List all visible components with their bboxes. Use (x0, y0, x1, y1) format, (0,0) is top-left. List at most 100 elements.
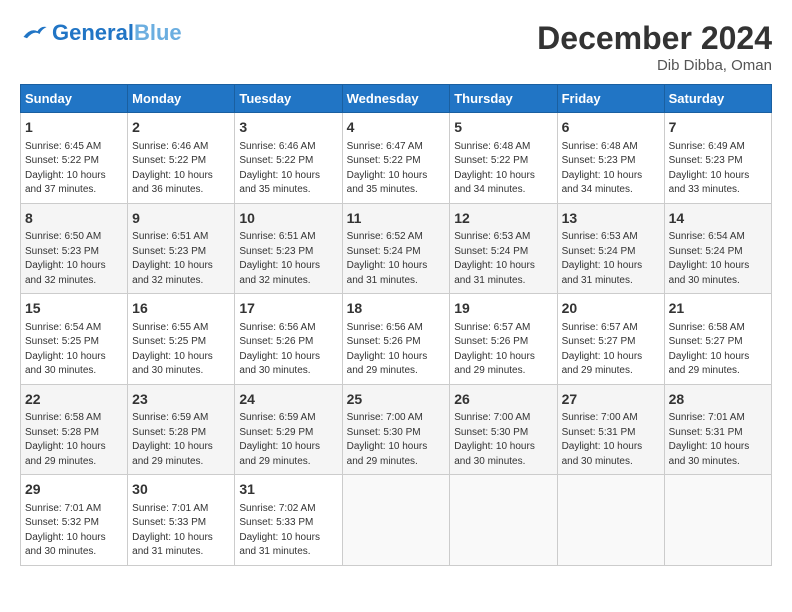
day-number: 2 (132, 118, 230, 138)
day-number: 29 (25, 480, 123, 500)
day-number: 16 (132, 299, 230, 319)
col-thursday: Thursday (450, 85, 557, 113)
day-info: Sunrise: 6:53 AM Sunset: 5:24 PM Dayligh… (562, 230, 660, 288)
day-number: 31 (239, 480, 337, 500)
day-info: Sunrise: 6:54 AM Sunset: 5:25 PM Dayligh… (25, 321, 123, 379)
page-header: GeneralBlue December 2024 Dib Dibba, Oma… (20, 20, 772, 74)
day-info: Sunrise: 6:47 AM Sunset: 5:22 PM Dayligh… (347, 140, 446, 198)
day-number: 23 (132, 390, 230, 410)
day-info: Sunrise: 7:01 AM Sunset: 5:33 PM Dayligh… (132, 502, 230, 560)
day-info: Sunrise: 7:00 AM Sunset: 5:30 PM Dayligh… (454, 411, 552, 469)
calendar: Sunday Monday Tuesday Wednesday Thursday… (20, 84, 772, 566)
col-monday: Monday (128, 85, 235, 113)
col-wednesday: Wednesday (342, 85, 450, 113)
logo-icon (20, 24, 48, 42)
table-row (664, 475, 771, 566)
day-number: 13 (562, 209, 660, 229)
table-row: 3Sunrise: 6:46 AM Sunset: 5:22 PM Daylig… (235, 113, 342, 204)
table-row: 25Sunrise: 7:00 AM Sunset: 5:30 PM Dayli… (342, 384, 450, 475)
table-row: 19Sunrise: 6:57 AM Sunset: 5:26 PM Dayli… (450, 294, 557, 385)
day-number: 11 (347, 209, 446, 229)
day-info: Sunrise: 6:51 AM Sunset: 5:23 PM Dayligh… (239, 230, 337, 288)
day-info: Sunrise: 6:56 AM Sunset: 5:26 PM Dayligh… (347, 321, 446, 379)
calendar-week-row: 22Sunrise: 6:58 AM Sunset: 5:28 PM Dayli… (21, 384, 772, 475)
table-row: 8Sunrise: 6:50 AM Sunset: 5:23 PM Daylig… (21, 203, 128, 294)
day-info: Sunrise: 6:59 AM Sunset: 5:28 PM Dayligh… (132, 411, 230, 469)
day-info: Sunrise: 6:46 AM Sunset: 5:22 PM Dayligh… (239, 140, 337, 198)
day-info: Sunrise: 6:55 AM Sunset: 5:25 PM Dayligh… (132, 321, 230, 379)
day-number: 28 (669, 390, 767, 410)
table-row: 6Sunrise: 6:48 AM Sunset: 5:23 PM Daylig… (557, 113, 664, 204)
day-number: 6 (562, 118, 660, 138)
day-number: 26 (454, 390, 552, 410)
table-row: 26Sunrise: 7:00 AM Sunset: 5:30 PM Dayli… (450, 384, 557, 475)
logo: GeneralBlue (20, 20, 182, 46)
day-info: Sunrise: 6:57 AM Sunset: 5:27 PM Dayligh… (562, 321, 660, 379)
table-row (450, 475, 557, 566)
table-row: 30Sunrise: 7:01 AM Sunset: 5:33 PM Dayli… (128, 475, 235, 566)
table-row: 4Sunrise: 6:47 AM Sunset: 5:22 PM Daylig… (342, 113, 450, 204)
day-number: 19 (454, 299, 552, 319)
table-row: 24Sunrise: 6:59 AM Sunset: 5:29 PM Dayli… (235, 384, 342, 475)
day-number: 18 (347, 299, 446, 319)
table-row: 11Sunrise: 6:52 AM Sunset: 5:24 PM Dayli… (342, 203, 450, 294)
table-row: 10Sunrise: 6:51 AM Sunset: 5:23 PM Dayli… (235, 203, 342, 294)
table-row: 20Sunrise: 6:57 AM Sunset: 5:27 PM Dayli… (557, 294, 664, 385)
calendar-body: 1Sunrise: 6:45 AM Sunset: 5:22 PM Daylig… (21, 113, 772, 566)
day-info: Sunrise: 6:52 AM Sunset: 5:24 PM Dayligh… (347, 230, 446, 288)
calendar-week-row: 15Sunrise: 6:54 AM Sunset: 5:25 PM Dayli… (21, 294, 772, 385)
day-number: 30 (132, 480, 230, 500)
table-row: 23Sunrise: 6:59 AM Sunset: 5:28 PM Dayli… (128, 384, 235, 475)
table-row: 21Sunrise: 6:58 AM Sunset: 5:27 PM Dayli… (664, 294, 771, 385)
day-info: Sunrise: 6:48 AM Sunset: 5:22 PM Dayligh… (454, 140, 552, 198)
day-info: Sunrise: 6:53 AM Sunset: 5:24 PM Dayligh… (454, 230, 552, 288)
day-info: Sunrise: 6:58 AM Sunset: 5:28 PM Dayligh… (25, 411, 123, 469)
day-number: 1 (25, 118, 123, 138)
day-number: 17 (239, 299, 337, 319)
day-info: Sunrise: 6:51 AM Sunset: 5:23 PM Dayligh… (132, 230, 230, 288)
day-info: Sunrise: 6:56 AM Sunset: 5:26 PM Dayligh… (239, 321, 337, 379)
day-number: 20 (562, 299, 660, 319)
day-number: 8 (25, 209, 123, 229)
day-number: 25 (347, 390, 446, 410)
day-info: Sunrise: 6:54 AM Sunset: 5:24 PM Dayligh… (669, 230, 767, 288)
day-info: Sunrise: 6:50 AM Sunset: 5:23 PM Dayligh… (25, 230, 123, 288)
day-number: 22 (25, 390, 123, 410)
day-info: Sunrise: 7:01 AM Sunset: 5:32 PM Dayligh… (25, 502, 123, 560)
calendar-week-row: 8Sunrise: 6:50 AM Sunset: 5:23 PM Daylig… (21, 203, 772, 294)
table-row: 17Sunrise: 6:56 AM Sunset: 5:26 PM Dayli… (235, 294, 342, 385)
day-number: 10 (239, 209, 337, 229)
table-row: 9Sunrise: 6:51 AM Sunset: 5:23 PM Daylig… (128, 203, 235, 294)
day-number: 21 (669, 299, 767, 319)
table-row: 5Sunrise: 6:48 AM Sunset: 5:22 PM Daylig… (450, 113, 557, 204)
title-section: December 2024 Dib Dibba, Oman (537, 20, 772, 74)
table-row: 12Sunrise: 6:53 AM Sunset: 5:24 PM Dayli… (450, 203, 557, 294)
day-number: 9 (132, 209, 230, 229)
day-info: Sunrise: 7:02 AM Sunset: 5:33 PM Dayligh… (239, 502, 337, 560)
table-row: 15Sunrise: 6:54 AM Sunset: 5:25 PM Dayli… (21, 294, 128, 385)
day-info: Sunrise: 6:48 AM Sunset: 5:23 PM Dayligh… (562, 140, 660, 198)
day-info: Sunrise: 6:49 AM Sunset: 5:23 PM Dayligh… (669, 140, 767, 198)
calendar-week-row: 1Sunrise: 6:45 AM Sunset: 5:22 PM Daylig… (21, 113, 772, 204)
col-saturday: Saturday (664, 85, 771, 113)
table-row (342, 475, 450, 566)
day-number: 24 (239, 390, 337, 410)
col-friday: Friday (557, 85, 664, 113)
table-row: 16Sunrise: 6:55 AM Sunset: 5:25 PM Dayli… (128, 294, 235, 385)
day-number: 5 (454, 118, 552, 138)
table-row: 27Sunrise: 7:00 AM Sunset: 5:31 PM Dayli… (557, 384, 664, 475)
day-info: Sunrise: 6:57 AM Sunset: 5:26 PM Dayligh… (454, 321, 552, 379)
table-row: 14Sunrise: 6:54 AM Sunset: 5:24 PM Dayli… (664, 203, 771, 294)
table-row: 28Sunrise: 7:01 AM Sunset: 5:31 PM Dayli… (664, 384, 771, 475)
day-number: 14 (669, 209, 767, 229)
day-info: Sunrise: 6:46 AM Sunset: 5:22 PM Dayligh… (132, 140, 230, 198)
table-row: 29Sunrise: 7:01 AM Sunset: 5:32 PM Dayli… (21, 475, 128, 566)
day-number: 3 (239, 118, 337, 138)
day-info: Sunrise: 6:45 AM Sunset: 5:22 PM Dayligh… (25, 140, 123, 198)
location: Dib Dibba, Oman (537, 57, 772, 74)
table-row: 7Sunrise: 6:49 AM Sunset: 5:23 PM Daylig… (664, 113, 771, 204)
table-row: 13Sunrise: 6:53 AM Sunset: 5:24 PM Dayli… (557, 203, 664, 294)
day-number: 15 (25, 299, 123, 319)
table-row: 1Sunrise: 6:45 AM Sunset: 5:22 PM Daylig… (21, 113, 128, 204)
day-info: Sunrise: 6:59 AM Sunset: 5:29 PM Dayligh… (239, 411, 337, 469)
